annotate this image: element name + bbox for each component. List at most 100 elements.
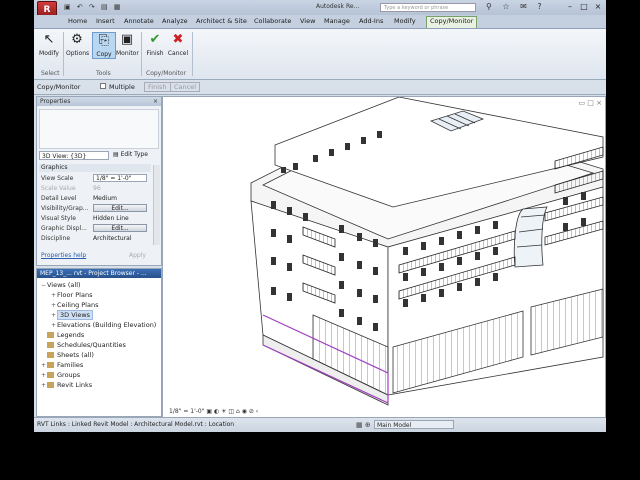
quick-access-toolbar[interactable]: ▣ ↶ ↷ ▤ ▦	[64, 3, 122, 11]
view-scale-label[interactable]: 1/8" = 1'-0"	[169, 408, 204, 415]
browser-tree-item[interactable]: + Revit Links	[41, 380, 92, 390]
properties-scrollbar[interactable]	[153, 165, 160, 245]
property-key: Visibility/Grap...	[41, 205, 89, 212]
view-scale-field[interactable]: 1/8" = 1'-0"	[93, 174, 147, 182]
browser-item-label: Elevations (Building Elevation)	[57, 321, 157, 329]
browser-item-label: Schedules/Quantities	[57, 341, 126, 349]
building-3d-model	[250, 97, 604, 406]
copy-icon: ⎘	[98, 33, 110, 48]
property-key: Scale Value	[41, 185, 76, 192]
tab-modify[interactable]: Modify	[394, 17, 416, 25]
view-control-bar[interactable]: 1/8" = 1'-0" ▣ ◐ ☀ ◫ ⌂ ◉ ⊘ ‹	[169, 408, 258, 415]
tab-collaborate[interactable]: Collaborate	[254, 17, 291, 25]
3d-view-canvas[interactable]: ▭ □ × 1/8" = 1'-0" ▣ ◐ ☀ ◫ ⌂ ◉ ⊘ ‹	[162, 96, 606, 418]
browser-tree-item[interactable]: Legends	[41, 330, 84, 340]
tab-home[interactable]: Home	[68, 17, 87, 25]
multiple-label: Multiple	[109, 83, 135, 91]
visual-style-value[interactable]: Hidden Line	[93, 214, 147, 224]
options-label: Options	[66, 50, 90, 57]
options-bar: Copy/Monitor Multiple Finish Cancel	[34, 80, 606, 95]
apply-button[interactable]: Apply	[129, 252, 146, 259]
project-browser-title: MEP_13_... rvt - Project Browser - ...	[40, 270, 147, 277]
browser-item-label: Groups	[57, 371, 81, 379]
cancel-button[interactable]: ✖ Cancel	[167, 32, 189, 57]
options-button[interactable]: ⚙ Options	[66, 32, 90, 57]
folder-icon	[47, 382, 54, 388]
title-bar: R ▣ ↶ ↷ ▤ ▦ Autodesk Re... Type a keywor…	[34, 0, 606, 19]
options-finish-button[interactable]: Finish	[144, 82, 171, 92]
browser-item-label: Revit Links	[57, 381, 93, 389]
properties-header: Properties ×	[37, 97, 161, 106]
cancel-x-icon: ✖	[172, 32, 184, 47]
close-icon[interactable]: ×	[153, 97, 158, 106]
properties-help-link[interactable]: Properties help	[41, 252, 86, 259]
browser-tree-item[interactable]: +Ceiling Plans	[51, 300, 98, 310]
view-navigation-icons[interactable]: ▭ □ ×	[578, 99, 602, 107]
edit-type-button[interactable]: ▤ Edit Type	[113, 151, 148, 158]
cursor-arrow-icon: ↖	[43, 32, 55, 47]
folder-icon	[47, 372, 54, 378]
cancel-label: Cancel	[167, 50, 189, 57]
browser-item-label: Legends	[57, 331, 85, 339]
tab-add-ins[interactable]: Add-Ins	[359, 17, 383, 25]
property-row: Detail Level Medium	[39, 194, 149, 204]
browser-tree-item[interactable]: + Families	[41, 360, 83, 370]
property-row: View Scale 1/8" = 1'-0"	[39, 174, 149, 184]
wrench-icon: ⚙	[71, 32, 83, 47]
monitor-icon: ▣	[120, 32, 134, 47]
tab-architect-site[interactable]: Architect & Site	[196, 17, 247, 25]
panel-label-select: Select	[41, 70, 60, 77]
properties-palette: Properties × 3D View: {3D} ▤ Edit Type G…	[36, 96, 162, 266]
graphics-section-header[interactable]: Graphics	[39, 164, 151, 172]
graphic-display-edit-button[interactable]: Edit...	[93, 224, 147, 232]
browser-tree-item[interactable]: −Views (all)	[41, 280, 81, 290]
tab-insert[interactable]: Insert	[96, 17, 115, 25]
folder-icon	[47, 352, 54, 358]
detail-level-value[interactable]: Medium	[93, 194, 147, 204]
type-selector[interactable]: 3D View: {3D}	[39, 151, 109, 160]
browser-tree-item[interactable]: +3D Views	[51, 310, 94, 320]
options-cancel-button[interactable]: Cancel	[170, 82, 201, 92]
status-text: RVT Links : Linked Revit Model : Archite…	[37, 421, 235, 428]
discipline-value[interactable]: Architectural	[93, 234, 147, 244]
browser-tree-item[interactable]: Schedules/Quantities	[41, 340, 126, 350]
property-row: Visual Style Hidden Line	[39, 214, 149, 224]
type-preview	[39, 109, 159, 149]
tab-annotate[interactable]: Annotate	[124, 17, 154, 25]
finish-button[interactable]: ✔ Finish	[144, 32, 166, 57]
minimize-button[interactable]: –	[564, 2, 576, 12]
view-control-icons[interactable]: ▣ ◐ ☀ ◫ ⌂ ◉ ⊘ ‹	[206, 408, 258, 415]
property-row: Discipline Architectural	[39, 234, 149, 244]
property-key: Discipline	[41, 235, 71, 242]
visibility-edit-button[interactable]: Edit...	[93, 204, 147, 212]
close-button[interactable]: ×	[592, 2, 604, 12]
checkmark-icon: ✔	[149, 32, 161, 47]
browser-tree-item[interactable]: +Floor Plans	[51, 290, 92, 300]
browser-tree-item[interactable]: Sheets (all)	[41, 350, 94, 360]
project-browser-header: MEP_13_... rvt - Project Browser - ...	[37, 269, 161, 278]
browser-item-label: Ceiling Plans	[57, 301, 99, 309]
active-model-selector[interactable]: Main Model	[374, 420, 454, 429]
browser-item-label: Floor Plans	[57, 291, 93, 299]
copy-button[interactable]: ⎘ Copy	[92, 32, 116, 59]
multiple-checkbox[interactable]	[100, 83, 106, 89]
browser-tree-item[interactable]: +Elevations (Building Elevation)	[51, 320, 156, 330]
tab-copy-monitor[interactable]: Copy/Monitor	[426, 16, 478, 28]
properties-title: Properties	[40, 98, 71, 105]
browser-tree-item[interactable]: + Groups	[41, 370, 80, 380]
property-value: 96	[93, 185, 101, 192]
copy-label: Copy	[96, 51, 112, 58]
tab-view[interactable]: View	[300, 17, 315, 25]
tab-manage[interactable]: Manage	[324, 17, 350, 25]
monitor-button[interactable]: ▣ Monitor	[116, 32, 139, 57]
search-input[interactable]: Type a keyword or phrase	[380, 3, 476, 12]
tab-analyze[interactable]: Analyze	[162, 17, 188, 25]
folder-icon	[47, 332, 54, 338]
status-icons[interactable]: ▦ ⊕	[356, 418, 371, 432]
modify-label: Modify	[39, 50, 59, 57]
maximize-button[interactable]: □	[578, 2, 590, 12]
edit-type-icon: ▤	[113, 151, 121, 158]
infocenter-icons[interactable]: ⚲ ☆ ✉ ?	[486, 2, 546, 11]
ribbon: ↖ Modify ⚙ Options ⎘ Copy ▣ Monitor ✔ Fi…	[34, 29, 606, 80]
modify-button[interactable]: ↖ Modify	[38, 32, 60, 57]
